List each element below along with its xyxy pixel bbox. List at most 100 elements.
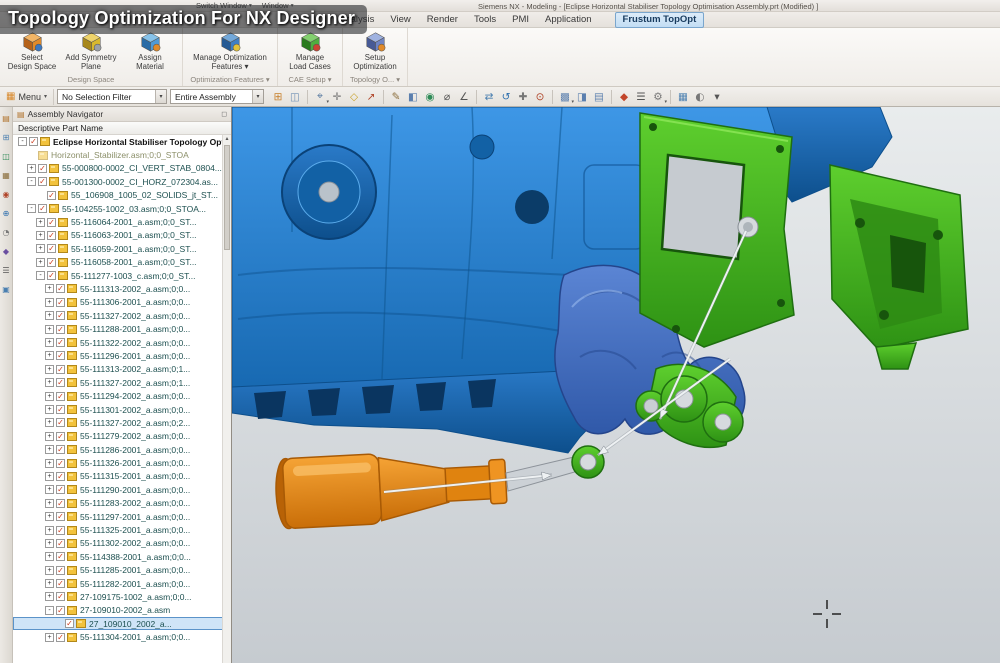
scroll-up-icon[interactable]: ▴ [223,135,231,144]
component-checkbox[interactable]: ✓ [56,526,65,535]
window-layout-icon[interactable]: ▤ [591,89,607,105]
component-checkbox[interactable]: ✓ [56,552,65,561]
part-navigator-tab[interactable]: ◫ [2,153,10,161]
expand-icon[interactable]: + [45,499,54,508]
menu-item-frustum-topopt[interactable]: Frustum TopOpt [615,12,705,28]
assign-material-button[interactable]: AssignMaterial [121,30,179,71]
show-and-hide-icon[interactable]: ⊞ [270,89,286,105]
expand-icon[interactable]: + [45,418,54,427]
expand-icon[interactable]: + [36,244,45,253]
selection-filter-dropdown[interactable]: No Selection Filter ▾ [57,89,167,104]
tree-item-55-111279-2002-a-asm-0-0[interactable]: +✓55-111279-2002_a.asm;0;0... [13,430,231,443]
tree-item-27-109175-1002-a-asm-0-0[interactable]: +✓27-109175-1002_a.asm;0;0... [13,590,231,603]
expand-icon[interactable]: + [45,472,54,481]
tree-item-55-111290-2001-a-asm-0-0[interactable]: +✓55-111290-2001_a.asm;0;0... [13,483,231,496]
diameter-dimension-icon[interactable]: ⌀ [439,89,455,105]
assembly-navigator-tab[interactable]: ▤ [2,115,10,123]
component-checkbox[interactable]: ✓ [47,244,56,253]
tree-item-55-111302-2002-a-asm-0-0[interactable]: +✓55-111302-2002_a.asm;0;0... [13,537,231,550]
collapse-icon[interactable]: - [27,177,36,186]
collapse-icon[interactable]: - [36,271,45,280]
component-checkbox[interactable]: ✓ [56,338,65,347]
component-checkbox[interactable]: ✓ [47,218,56,227]
ribbon-group-label-topology-o[interactable]: Topology O... ▾ [346,74,404,86]
expand-icon[interactable]: + [36,231,45,240]
tree-item-55-116063-2001-a-asm-0-0-st[interactable]: +✓55-116063-2001_a.asm;0;0_ST... [13,229,231,242]
process-studio-tab[interactable]: ◆ [3,248,9,256]
component-checkbox[interactable]: ✓ [56,365,65,374]
expand-icon[interactable]: + [45,592,54,601]
expand-icon[interactable]: + [45,311,54,320]
expand-icon[interactable]: + [45,459,54,468]
collapse-icon[interactable]: - [45,606,54,615]
history-tab[interactable]: ◔ [3,229,10,237]
component-checkbox[interactable]: ✓ [47,231,56,240]
manage-load-cases-button[interactable]: ManageLoad Cases [281,30,339,71]
tree-item-55-111327-2002-a-asm-0-1[interactable]: +✓55-111327-2002_a.asm;0;1... [13,376,231,389]
expand-icon[interactable]: + [36,218,45,227]
tree-item-55-111277-1003-c-asm-0-0-st[interactable]: -✓55-111277-1003_c.asm;0;0_ST... [13,269,231,282]
reuse-library-tab[interactable]: ▦ [2,172,10,180]
measure-icon[interactable]: ◆ [616,89,632,105]
component-checkbox[interactable]: ✓ [56,392,65,401]
part-list-icon[interactable]: ☰ [633,89,649,105]
snap-point-icon[interactable]: ⌖▾ [312,89,328,105]
ribbon-group-label-cae-setup[interactable]: CAE Setup ▾ [281,74,339,86]
component-checkbox[interactable]: ✓ [56,284,65,293]
tree-item-55-111315-2001-a-asm-0-0[interactable]: +✓55-111315-2001_a.asm;0;0... [13,470,231,483]
expand-icon[interactable]: + [45,378,54,387]
tree-item-55-111283-2002-a-asm-0-0[interactable]: +✓55-111283-2002_a.asm;0;0... [13,497,231,510]
component-checkbox[interactable]: ✓ [56,499,65,508]
selection-scope-dropdown[interactable]: Entire Assembly ▾ [170,89,264,104]
customize-icon[interactable]: ⚙▾ [650,89,666,105]
tree-item-55-111297-2001-a-asm-0-0[interactable]: +✓55-111297-2001_a.asm;0;0... [13,510,231,523]
component-checkbox[interactable]: ✓ [56,405,65,414]
expand-icon[interactable]: + [45,365,54,374]
expand-icon[interactable]: + [36,258,45,267]
component-checkbox[interactable]: ✓ [47,271,56,280]
component-checkbox[interactable]: ✓ [56,539,65,548]
vector-icon[interactable]: ↗ [363,89,379,105]
component-checkbox[interactable]: ✓ [56,592,65,601]
ribbon-group-label-design-space[interactable]: Design Space [3,74,179,86]
tree-item-55-111304-2001-a-asm-0-0[interactable]: +✓55-111304-2001_a.asm;0;0... [13,630,231,643]
tree-item-55-111327-2002-a-asm-0-2[interactable]: +✓55-111327-2002_a.asm;0;2... [13,416,231,429]
menu-button[interactable]: ▦ Menu ▾ [3,89,54,105]
component-checkbox[interactable]: ✓ [56,606,65,615]
expand-icon[interactable]: + [45,539,54,548]
tree-item-55-116064-2001-a-asm-0-0-st[interactable]: +✓55-116064-2001_a.asm;0;0_ST... [13,215,231,228]
undo-icon[interactable]: ↺ [498,89,514,105]
component-checkbox[interactable]: ✓ [56,472,65,481]
tree-item-55-104255-1002-03-asm-0-0-stoa[interactable]: -✓55-104255-1002_03.asm;0;0_STOA... [13,202,231,215]
component-checkbox[interactable]: ✓ [65,619,74,628]
touch-mode-tab[interactable]: ▣ [2,286,10,294]
layer-settings-icon[interactable]: ◫ [287,89,303,105]
expand-icon[interactable]: + [45,298,54,307]
tree-item-55-106908-1005-02-solids-jt-st[interactable]: ✓55_106908_1005_02_SOLIDS_jt_ST... [13,189,231,202]
extrude-icon[interactable]: ◧ [405,89,421,105]
expand-icon[interactable]: + [45,432,54,441]
expand-icon[interactable]: + [45,392,54,401]
tree-item-55-000800-0002-ci-vert-stab-0804[interactable]: +✓55-000800-0002_CI_VERT_STAB_0804... [13,162,231,175]
manage-optimization-features-button[interactable]: Manage OptimizationFeatures ▾ [186,30,274,71]
viewport-3d[interactable] [232,107,1000,663]
hole-icon[interactable]: ◉ [422,89,438,105]
expand-icon[interactable]: + [45,633,54,642]
component-checkbox[interactable]: ✓ [56,633,65,642]
setup-optimization-button[interactable]: SetupOptimization [346,30,404,71]
expand-icon[interactable]: + [45,338,54,347]
appearance-icon[interactable]: ◐ [692,89,708,105]
component-checkbox[interactable]: ✓ [56,485,65,494]
view-section-icon[interactable]: ◨ [574,89,590,105]
component-checkbox[interactable]: ✓ [56,351,65,360]
tree-item-55-111327-2002-a-asm-0-0[interactable]: +✓55-111327-2002_a.asm;0;0... [13,309,231,322]
expand-icon[interactable]: + [45,284,54,293]
component-checkbox[interactable]: ✓ [38,164,47,173]
menu-item-application[interactable]: Application [538,13,598,27]
chevron-down-icon[interactable]: ▾ [155,90,166,103]
tree-item-55-111301-2002-a-asm-0-0[interactable]: +✓55-111301-2002_a.asm;0;0... [13,403,231,416]
component-checkbox[interactable]: ✓ [56,566,65,575]
hd3d-tools-tab[interactable]: ◉ [3,191,10,199]
menu-item-tools[interactable]: Tools [467,13,503,27]
tree-item-55-111294-2002-a-asm-0-0[interactable]: +✓55-111294-2002_a.asm;0;0... [13,389,231,402]
